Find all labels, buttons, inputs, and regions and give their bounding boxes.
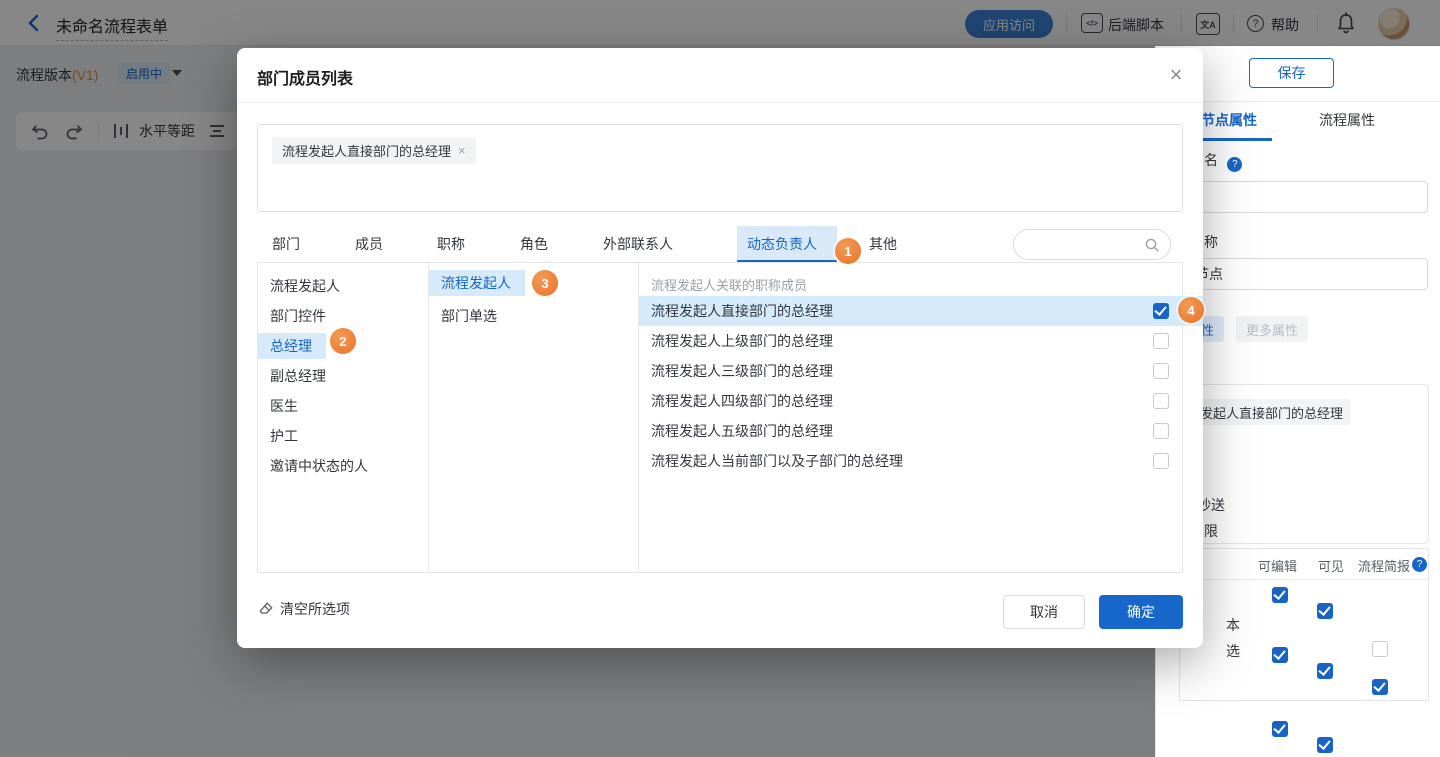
guide-step-badge-4: 4 xyxy=(1178,297,1204,323)
assignee-tag: 发起人直接部门的总经理 xyxy=(1192,399,1352,425)
checkbox[interactable] xyxy=(1153,333,1169,349)
checkbox[interactable] xyxy=(1372,679,1388,695)
help-icon[interactable]: ? xyxy=(1227,157,1243,172)
list-item[interactable]: 护工 xyxy=(270,421,298,451)
column-header: 可见 xyxy=(1318,559,1345,574)
option-row[interactable]: 流程发起人五级部门的总经理 xyxy=(639,416,1183,446)
divider xyxy=(237,102,1203,103)
checkbox[interactable] xyxy=(1272,587,1288,603)
selected-member-tag: 流程发起人直接部门的总经理 × xyxy=(272,137,476,164)
modal-title: 部门成员列表 xyxy=(257,71,354,88)
checkbox[interactable] xyxy=(1153,303,1169,319)
list-item[interactable]: 部门控件 xyxy=(270,301,326,331)
checkbox[interactable] xyxy=(1153,423,1169,439)
selected-members-box: 流程发起人直接部门的总经理 × xyxy=(257,124,1183,212)
checkbox[interactable] xyxy=(1317,737,1333,753)
field-label-fragment: 名 ? xyxy=(1204,150,1243,172)
node-title-input[interactable]: 节点 xyxy=(1176,258,1428,290)
checkbox[interactable] xyxy=(1153,363,1169,379)
option-label: 流程发起人上级部门的总经理 xyxy=(651,333,833,349)
option-row[interactable]: 流程发起人当前部门以及子部门的总经理 xyxy=(639,446,1183,476)
option-row[interactable]: 流程发起人上级部门的总经理 xyxy=(639,326,1183,356)
checkbox[interactable] xyxy=(1153,393,1169,409)
assignee-box: 发起人直接部门的总经理 xyxy=(1179,384,1429,544)
option-row[interactable]: 流程发起人直接部门的总经理 xyxy=(639,296,1203,326)
guide-step-badge-1: 1 xyxy=(835,238,861,264)
column-header: 可编辑 xyxy=(1258,559,1298,574)
close-icon[interactable]: × xyxy=(1161,60,1191,90)
clear-selection-label: 清空所选项 xyxy=(280,601,350,617)
help-icon[interactable]: ? xyxy=(1412,557,1427,572)
list-item[interactable]: 副总经理 xyxy=(270,361,326,391)
active-tab-underline xyxy=(1196,138,1272,141)
option-label: 流程发起人直接部门的总经理 xyxy=(651,303,833,319)
checkbox[interactable] xyxy=(1317,663,1333,679)
checkbox[interactable] xyxy=(1272,647,1288,663)
member-picker: 流程发起人 部门控件 总经理 副总经理 医生 护工 邀请中状态的人 流程发起人 … xyxy=(257,262,1203,573)
column-header: 流程简报 xyxy=(1358,559,1411,574)
option-label: 流程发起人四级部门的总经理 xyxy=(651,393,833,409)
tab-dynamic-owner[interactable]: 动态负责人 xyxy=(747,234,817,254)
search-icon xyxy=(1145,238,1159,252)
tab-role[interactable]: 角色 xyxy=(520,234,548,254)
cancel-button[interactable]: 取消 xyxy=(1003,595,1085,629)
row-label-fragment: 选 xyxy=(1226,643,1240,659)
option-row[interactable]: 流程发起人三级部门的总经理 xyxy=(639,356,1183,386)
modal-backdrop[interactable] xyxy=(1155,0,1440,46)
field-label-fragment: 称 xyxy=(1204,234,1218,250)
list-item-selected[interactable]: 总经理 xyxy=(258,333,326,359)
confirm-button[interactable]: 确定 xyxy=(1099,595,1183,629)
tab-department[interactable]: 部门 xyxy=(272,234,300,254)
checkbox[interactable] xyxy=(1317,603,1333,619)
list-item-selected[interactable]: 流程发起人 xyxy=(429,270,525,296)
checkbox[interactable] xyxy=(1153,453,1169,469)
tab-member[interactable]: 成员 xyxy=(355,234,383,254)
remove-tag-icon[interactable]: × xyxy=(458,143,466,158)
clear-selection-button[interactable]: 清空所选项 xyxy=(258,599,350,619)
option-label: 流程发起人当前部门以及子部门的总经理 xyxy=(651,453,903,469)
tab-flow-properties[interactable]: 流程属性 xyxy=(1319,110,1375,130)
divider xyxy=(428,263,429,572)
divider xyxy=(1180,579,1428,580)
list-item[interactable]: 流程发起人 xyxy=(270,271,340,301)
list-item[interactable]: 医生 xyxy=(270,391,298,421)
node-name-input[interactable] xyxy=(1176,181,1428,213)
field-permission-table: 可编辑 可见 流程简报 ? 本 选 xyxy=(1179,548,1429,753)
row-label-fragment: 本 xyxy=(1226,617,1240,633)
list-item[interactable]: 部门单选 xyxy=(441,301,497,331)
search-input[interactable] xyxy=(1013,229,1171,260)
option-row[interactable]: 流程发起人四级部门的总经理 xyxy=(639,386,1183,416)
tab-node-properties[interactable]: 节点属性 xyxy=(1201,110,1257,130)
list-item[interactable]: 邀请中状态的人 xyxy=(270,451,368,481)
guide-step-badge-3: 3 xyxy=(532,270,558,296)
tab-other[interactable]: 其他 xyxy=(869,234,897,254)
department-member-modal: 部门成员列表 × 流程发起人直接部门的总经理 × 部门 成员 职称 角色 外部联… xyxy=(237,48,1204,648)
tab-job-title[interactable]: 职称 xyxy=(437,234,465,254)
checkbox[interactable] xyxy=(1372,641,1388,657)
eraser-icon xyxy=(259,602,273,614)
save-button[interactable]: 保存 xyxy=(1249,58,1334,88)
tab-external-contact[interactable]: 外部联系人 xyxy=(603,234,673,254)
list-group-header: 流程发起人关联的职称成员 xyxy=(651,278,808,293)
more-attributes-chip[interactable]: 更多属性 xyxy=(1236,316,1309,342)
guide-step-badge-2: 2 xyxy=(330,328,356,354)
option-label: 流程发起人三级部门的总经理 xyxy=(651,363,833,379)
option-label: 流程发起人五级部门的总经理 xyxy=(651,423,833,439)
permission-label-fragment: 限 xyxy=(1204,523,1218,539)
selected-member-label: 流程发起人直接部门的总经理 xyxy=(282,144,452,159)
checkbox[interactable] xyxy=(1272,721,1288,737)
